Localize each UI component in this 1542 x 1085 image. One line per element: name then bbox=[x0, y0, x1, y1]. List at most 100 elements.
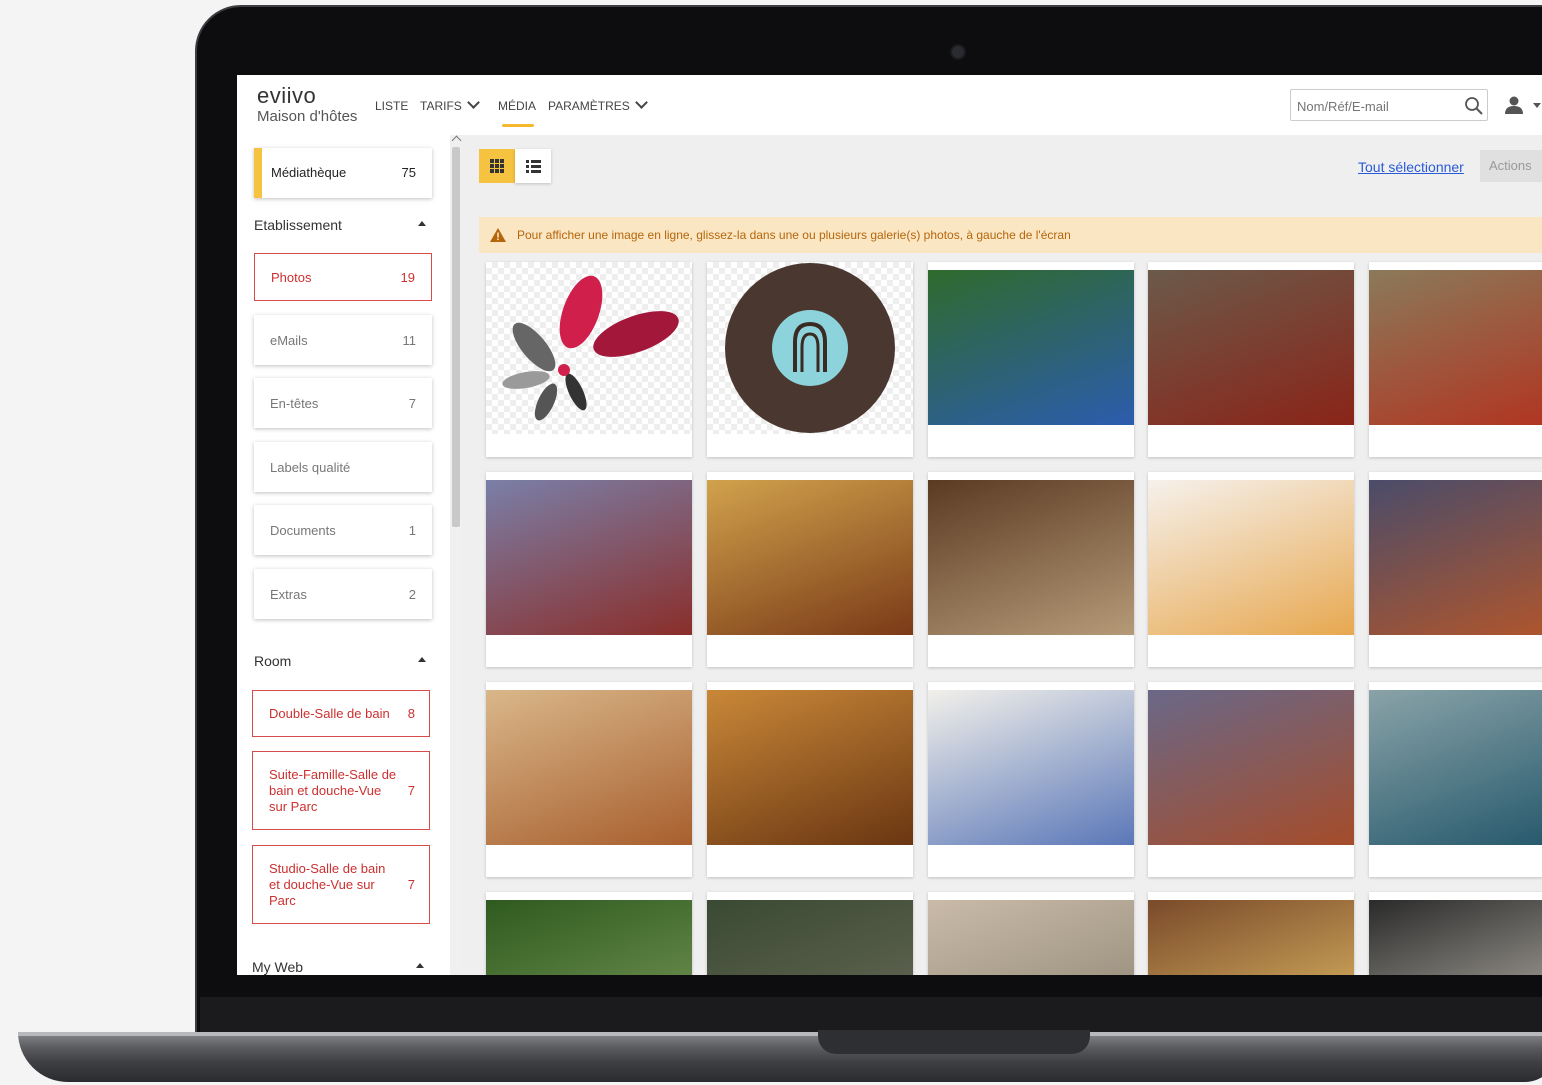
caret-down-icon[interactable] bbox=[1533, 103, 1541, 108]
media-image bbox=[707, 262, 913, 434]
chevron-down-icon bbox=[466, 96, 480, 109]
media-image bbox=[486, 690, 692, 845]
media-image bbox=[928, 480, 1134, 635]
media-thumbnail-forest-train[interactable] bbox=[707, 892, 913, 975]
sidebar-item-label: Médiathèque bbox=[271, 165, 347, 180]
media-thumbnail-sauna[interactable] bbox=[486, 682, 692, 877]
sidebar-item-documents[interactable]: Documents 1 bbox=[254, 505, 432, 555]
media-thumbnail-english-breakfast[interactable] bbox=[928, 682, 1134, 877]
media-image bbox=[486, 900, 692, 975]
media-thumbnail-picnic-basket[interactable] bbox=[928, 262, 1134, 457]
sidebar-item-studio[interactable]: Studio-Salle de bain et douche-Vue sur P… bbox=[252, 845, 430, 924]
sidebar-item-count: 8 bbox=[407, 706, 415, 721]
collapse-icon[interactable] bbox=[416, 963, 424, 968]
nav-parametres[interactable]: PARAMÈTRES bbox=[548, 96, 648, 113]
sidebar-item-double-salle-de-bain[interactable]: Double-Salle de bain 8 bbox=[252, 690, 430, 737]
media-thumbnail-tennis-court[interactable] bbox=[486, 472, 692, 667]
sidebar-item-label: Studio-Salle de bain et douche-Vue sur P… bbox=[269, 861, 386, 908]
media-thumbnail-eggs-benedict[interactable] bbox=[1148, 892, 1354, 975]
bezel bbox=[200, 997, 1542, 1032]
actions-button[interactable]: Actions bbox=[1480, 150, 1542, 182]
top-bar: eviivo Maison d'hôtes LISTE TARIFS MÉDIA… bbox=[237, 75, 1542, 136]
nav-liste[interactable]: LISTE bbox=[375, 99, 408, 113]
search-input[interactable] bbox=[1291, 90, 1459, 122]
media-image bbox=[928, 270, 1134, 425]
list-icon bbox=[526, 160, 541, 173]
section-header-etablissement[interactable]: Etablissement bbox=[254, 217, 432, 233]
info-banner: Pour afficher une image en ligne, glisse… bbox=[479, 217, 1542, 253]
media-main: Tout sélectionner Actions Pour afficher … bbox=[462, 135, 1542, 975]
collapse-icon[interactable] bbox=[418, 657, 426, 662]
search-icon[interactable] bbox=[1464, 96, 1484, 116]
sidebar-item-label: Photos bbox=[271, 270, 312, 285]
media-thumbnail-paris-night-skyline[interactable] bbox=[1369, 472, 1542, 667]
sidebar-item-photos[interactable]: Photos 19 bbox=[254, 253, 432, 301]
camera-icon bbox=[950, 44, 966, 60]
scrollbar-thumb[interactable] bbox=[452, 147, 460, 527]
media-thumbnail-breakfast-plate[interactable] bbox=[1148, 472, 1354, 667]
sidebar-item-emails[interactable]: eMails 11 bbox=[254, 315, 432, 365]
media-thumbnail-moulin-rouge[interactable] bbox=[1148, 262, 1354, 457]
sidebar-item-count: 1 bbox=[408, 523, 416, 538]
sidebar-item-count: 19 bbox=[400, 270, 415, 285]
app-logo[interactable]: eviivo bbox=[257, 83, 316, 109]
nav-media[interactable]: MÉDIA bbox=[498, 99, 536, 113]
grid-view-button[interactable] bbox=[479, 149, 515, 183]
sidebar-item-labels-qualite[interactable]: Labels qualité bbox=[254, 442, 432, 492]
media-image bbox=[1148, 690, 1354, 845]
sidebar: Médiathèque 75 Etablissement Photos 19 e… bbox=[237, 135, 462, 975]
media-image bbox=[707, 900, 913, 975]
media-image bbox=[486, 480, 692, 635]
warning-icon bbox=[490, 228, 506, 242]
media-toolbar: Tout sélectionner Actions bbox=[462, 135, 1542, 200]
sidebar-item-mediatheque[interactable]: Médiathèque 75 bbox=[254, 148, 432, 198]
sidebar-item-count: 7 bbox=[407, 877, 415, 892]
nav-active-indicator bbox=[502, 124, 534, 127]
media-thumbnail-hotel-room[interactable] bbox=[1369, 262, 1542, 457]
media-image bbox=[707, 480, 913, 635]
media-image bbox=[486, 262, 692, 434]
sidebar-item-label: Documents bbox=[270, 523, 336, 538]
media-thumbnail-pebble-house-logo[interactable] bbox=[707, 262, 913, 457]
media-image bbox=[928, 690, 1134, 845]
nav-tarifs[interactable]: TARIFS bbox=[420, 96, 480, 113]
sidebar-item-extras[interactable]: Extras 2 bbox=[254, 569, 432, 619]
scroll-up-icon[interactable] bbox=[451, 135, 462, 146]
collapse-icon[interactable] bbox=[418, 221, 426, 226]
section-header-room[interactable]: Room bbox=[254, 653, 432, 669]
laptop-base bbox=[18, 1032, 1542, 1082]
app-screen: eviivo Maison d'hôtes LISTE TARIFS MÉDIA… bbox=[237, 75, 1542, 975]
select-all-link[interactable]: Tout sélectionner bbox=[1358, 159, 1464, 175]
media-image bbox=[928, 900, 1134, 975]
sidebar-item-label: Double-Salle de bain bbox=[269, 706, 390, 721]
chevron-down-icon bbox=[634, 96, 648, 109]
media-image bbox=[1148, 900, 1354, 975]
media-thumbnail-elderly-couple[interactable] bbox=[928, 892, 1134, 975]
search-box bbox=[1290, 89, 1488, 122]
sidebar-scrollbar[interactable] bbox=[450, 135, 462, 975]
sidebar-item-label: Labels qualité bbox=[270, 460, 351, 475]
property-name: Maison d'hôtes bbox=[257, 108, 358, 125]
sidebar-item-label: eMails bbox=[270, 333, 308, 348]
media-image bbox=[1369, 900, 1542, 975]
media-thumbnail-indoor-pool[interactable] bbox=[1369, 682, 1542, 877]
sidebar-item-count: 11 bbox=[402, 333, 417, 348]
media-thumbnail-library-lounge[interactable] bbox=[928, 472, 1134, 667]
media-thumbnail-arc-de-triomphe[interactable] bbox=[1148, 682, 1354, 877]
sidebar-item-label: En-têtes bbox=[270, 396, 319, 411]
media-thumbnail-flower-logo[interactable] bbox=[486, 262, 692, 457]
sidebar-item-en-tetes[interactable]: En-têtes 7 bbox=[254, 378, 432, 428]
media-thumbnail-galeries-lafayette-dome[interactable] bbox=[707, 472, 913, 667]
media-thumbnail-restaurant-interior[interactable] bbox=[1369, 892, 1542, 975]
list-view-button[interactable] bbox=[515, 149, 551, 183]
sidebar-item-label: Extras bbox=[270, 587, 307, 602]
laptop-notch bbox=[818, 1030, 1090, 1054]
user-icon[interactable] bbox=[1503, 95, 1525, 115]
media-image bbox=[1369, 480, 1542, 635]
media-thumbnail-garden-trees[interactable] bbox=[486, 892, 692, 975]
media-image bbox=[1369, 690, 1542, 845]
sidebar-item-suite-famille[interactable]: Suite-Famille-Salle de bain et douche-Vu… bbox=[252, 751, 430, 830]
section-header-my-web[interactable]: My Web bbox=[252, 959, 430, 975]
grid-icon bbox=[490, 159, 504, 173]
media-thumbnail-pastries[interactable] bbox=[707, 682, 913, 877]
